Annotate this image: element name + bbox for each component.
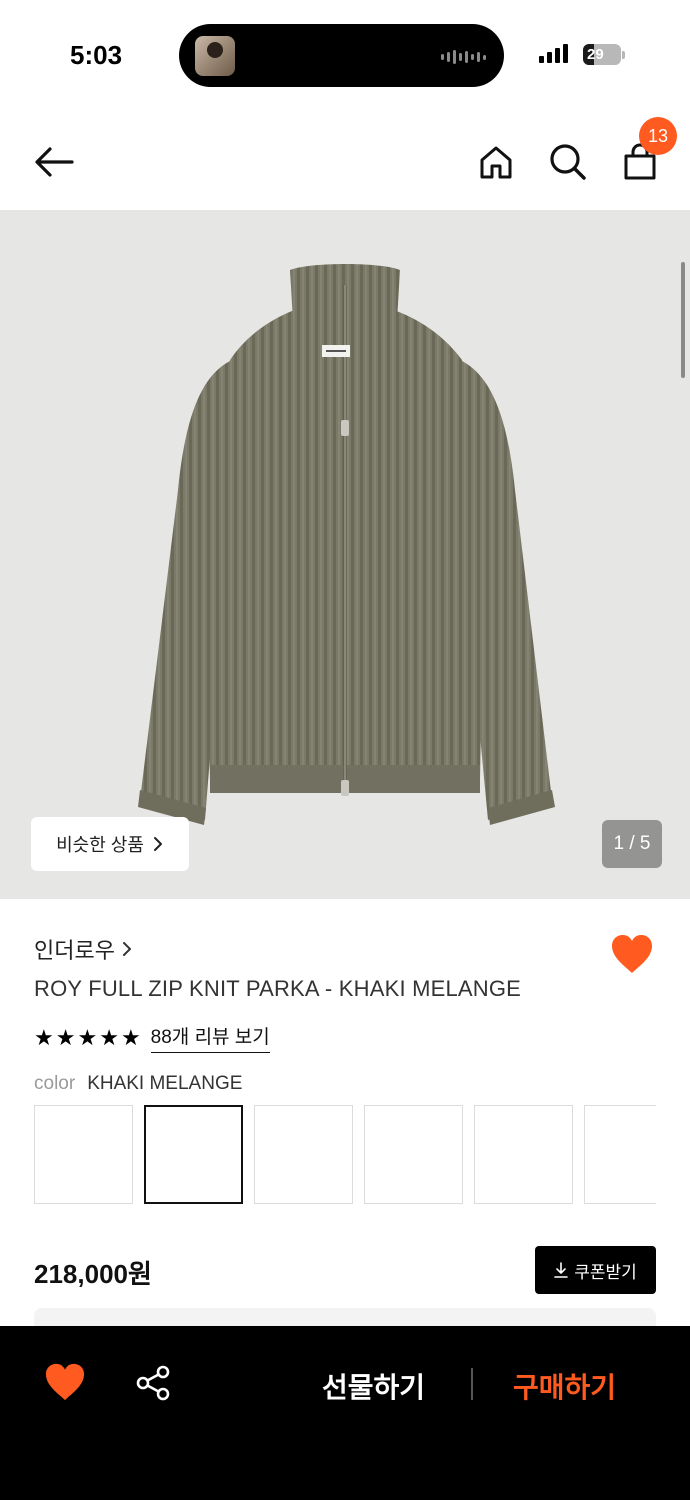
color-swatch[interactable] [34, 1105, 133, 1204]
brand-link[interactable]: 인더로우 [34, 933, 133, 965]
coupon-button[interactable]: 쿠폰받기 [535, 1246, 656, 1294]
buy-button[interactable]: 구매하기 [513, 1366, 616, 1406]
heart-icon [612, 935, 652, 973]
dynamic-island[interactable] [179, 24, 504, 87]
color-swatch[interactable] [254, 1105, 353, 1204]
bottom-wishlist-button[interactable] [44, 1362, 86, 1402]
cart-count-badge: 13 [639, 117, 677, 155]
home-button[interactable] [472, 138, 520, 186]
search-icon [550, 144, 586, 180]
wishlist-button[interactable] [610, 933, 654, 975]
image-page-indicator: 1 / 5 [602, 820, 662, 868]
color-swatch-selected[interactable] [144, 1105, 243, 1204]
now-playing-artwork [195, 36, 235, 76]
battery-level: 29 [587, 46, 604, 63]
knit-parka-image [138, 264, 555, 825]
arrow-left-icon [35, 147, 74, 177]
gift-button[interactable]: 선물하기 [322, 1366, 425, 1406]
battery-icon: 29 [583, 44, 621, 65]
top-nav [0, 110, 690, 210]
rating-stars: ★ ★ ★ ★ ★ [34, 1024, 141, 1050]
color-swatch[interactable] [364, 1105, 463, 1204]
bottom-action-bar: 선물하기 구매하기 [0, 1326, 690, 1500]
rating-row: ★ ★ ★ ★ ★ 88개 리뷰 보기 [34, 1022, 270, 1053]
heart-icon [45, 1363, 85, 1401]
similar-products-label: 비슷한 상품 [56, 835, 144, 855]
brand-name: 인더로우 [34, 938, 115, 963]
divider [471, 1368, 473, 1400]
color-label: color [34, 1073, 76, 1094]
status-bar: 5:03 29 [0, 0, 690, 110]
star-icon: ★ [34, 1024, 54, 1050]
share-icon [136, 1365, 170, 1401]
product-image[interactable] [0, 210, 690, 899]
color-swatch-list [34, 1105, 656, 1205]
share-button[interactable] [134, 1364, 172, 1402]
chevron-right-icon [122, 942, 131, 956]
download-icon [554, 1262, 569, 1278]
chevron-right-icon [153, 837, 162, 851]
similar-products-button[interactable]: 비슷한 상품 [31, 817, 189, 871]
image-scroll-indicator [681, 262, 685, 378]
selected-color-value: KHAKI MELANGE [87, 1073, 243, 1094]
battery-tip [622, 51, 625, 59]
cellular-signal-icon [539, 44, 568, 63]
audio-wave-icon [441, 50, 486, 64]
color-swatch[interactable] [474, 1105, 573, 1204]
star-icon: ★ [120, 1024, 141, 1050]
product-title: ROY FULL ZIP KNIT PARKA - KHAKI MELANGE [34, 976, 522, 1001]
color-row: color KHAKI MELANGE [34, 1073, 242, 1095]
back-button[interactable] [30, 138, 78, 186]
search-button[interactable] [544, 138, 592, 186]
star-icon: ★ [55, 1024, 76, 1050]
color-swatch[interactable] [584, 1105, 656, 1204]
home-icon [480, 146, 512, 179]
coupon-label: 쿠폰받기 [574, 1262, 637, 1282]
star-icon: ★ [99, 1024, 119, 1050]
product-price: 218,000원 [34, 1259, 152, 1289]
reviews-link[interactable]: 88개 리뷰 보기 [150, 1022, 270, 1053]
star-icon: ★ [77, 1024, 98, 1050]
status-time: 5:03 [70, 40, 123, 70]
